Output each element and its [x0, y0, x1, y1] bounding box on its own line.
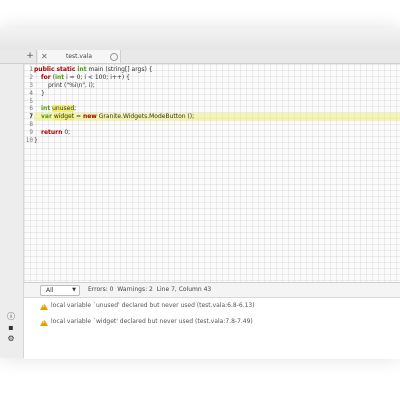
left-sidebar: ⓘ ▪ ⚙	[0, 64, 24, 358]
tab-overview-icon[interactable]	[110, 53, 118, 61]
code-fragment: }	[41, 89, 45, 97]
message-text: local variable `widget' declared but nev…	[51, 318, 253, 325]
type-keyword: int	[54, 73, 65, 81]
keyword: return	[41, 129, 63, 137]
keyword: public	[34, 66, 55, 73]
warning-icon-mark: !	[42, 303, 45, 309]
code-editor[interactable]: 1 2 3 4 5 6 7 8 9 10 public static int m…	[24, 64, 400, 318]
code-line[interactable]: int unused;	[34, 105, 400, 113]
warning-icon-mark: !	[42, 319, 45, 325]
gear-icon[interactable]: ⚙	[6, 334, 16, 344]
bottom-toolbar: All ▼ Errors: 0 Warnings: 2 Line 7, Colu…	[24, 283, 400, 298]
code-line[interactable]: }	[34, 90, 400, 98]
keyword: for	[41, 73, 51, 81]
line-number: 5	[29, 97, 33, 105]
code-fragment: }	[34, 137, 38, 145]
tab-test-vala[interactable]: ✕ test.vala	[38, 50, 121, 63]
keyword: new	[82, 113, 97, 121]
chevron-down-icon: ▼	[72, 287, 76, 293]
code-fragment: ;	[74, 105, 77, 113]
code-fragment: main (string[] args) {	[86, 66, 153, 73]
code-fragment: print ("%i\n", i);	[48, 81, 95, 89]
line-number-gutter: 1 2 3 4 5 6 7 8 9 10	[24, 66, 33, 145]
message-row[interactable]: ! local variable `unused' declared but n…	[24, 299, 400, 313]
line-number: 3	[29, 81, 33, 89]
highlighted-identifier: widget	[53, 113, 75, 121]
line-number-current: 7	[29, 113, 33, 121]
code-text[interactable]: public static int main (string[] args) {…	[34, 66, 400, 145]
code-line[interactable]: for (int i = 0; i < 100; i++) {	[34, 74, 400, 82]
line-number: 8	[29, 121, 33, 129]
code-fragment: 0;	[62, 129, 71, 137]
code-line[interactable]: return 0;	[34, 129, 400, 137]
type-keyword: var	[41, 113, 52, 121]
line-number: 9	[29, 129, 33, 137]
close-icon[interactable]: ✕	[41, 50, 48, 63]
message-text: local variable `unused' declared but nev…	[51, 302, 255, 309]
line-number: 10	[25, 137, 33, 145]
code-line[interactable]: public static int main (string[] args) {	[34, 66, 400, 74]
highlighted-identifier: unused	[52, 105, 75, 113]
type-keyword: int	[77, 66, 87, 73]
line-number: 2	[29, 73, 33, 81]
code-line[interactable]: print ("%i\n", i);	[34, 82, 400, 90]
headerbar	[0, 28, 400, 51]
line-number: 1	[29, 66, 33, 73]
message-filter-select[interactable]: All ▼	[40, 285, 80, 296]
new-tab-button[interactable]: +	[24, 50, 37, 63]
tab-bar: + ✕ test.vala	[0, 50, 400, 64]
line-number: 4	[29, 89, 33, 97]
terminal-icon[interactable]: ▪	[6, 323, 16, 333]
code-line[interactable]	[34, 98, 400, 106]
code-fragment: Granite.Widgets.ModeButton ();	[96, 113, 195, 121]
select-value: All	[46, 287, 54, 294]
status-summary: Errors: 0 Warnings: 2 Line 7, Column 43	[88, 286, 212, 293]
code-fragment: =	[74, 113, 83, 121]
code-fragment: i = 0; i < 100; i++) {	[64, 73, 130, 81]
line-number: 6	[29, 105, 33, 113]
keyword: static	[56, 66, 76, 73]
code-line[interactable]	[34, 121, 400, 129]
bottom-panel: All ▼ Errors: 0 Warnings: 2 Line 7, Colu…	[24, 282, 400, 359]
code-line-current[interactable]: var widget = new Granite.Widgets.ModeBut…	[34, 113, 400, 122]
type-keyword: int	[41, 105, 51, 113]
tab-label: test.vala	[66, 53, 93, 60]
info-icon[interactable]: ⓘ	[6, 312, 16, 322]
app-window: + ✕ test.vala ⓘ ▪ ⚙ 1 2 3 4 5 6 7 8 9 10…	[0, 28, 400, 359]
message-row[interactable]: ! local variable `widget' declared but n…	[24, 315, 400, 329]
code-line[interactable]: }	[34, 137, 400, 145]
